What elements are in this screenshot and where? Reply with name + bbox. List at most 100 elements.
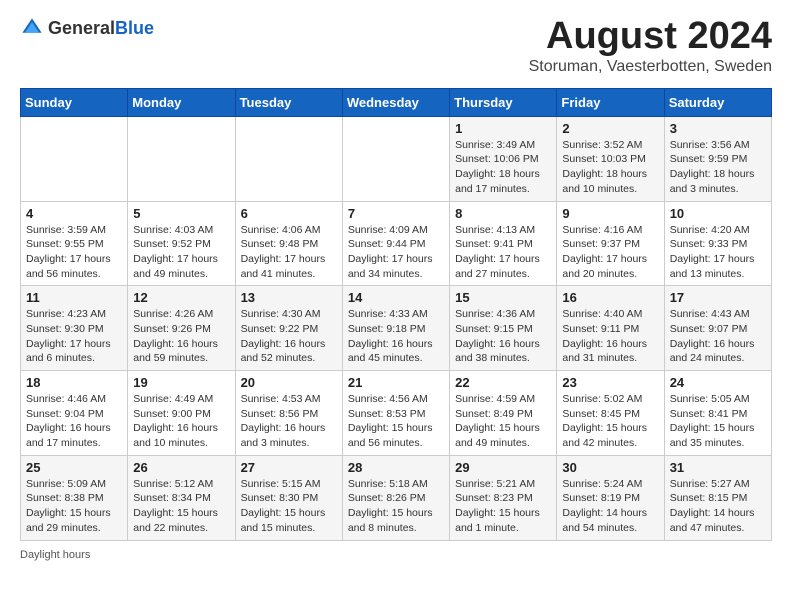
- calendar-cell: 29 Sunrise: 5:21 AM Sunset: 8:23 PM Dayli…: [450, 455, 557, 540]
- calendar-week-row: 4Sunrise: 3:59 AM Sunset: 9:55 PM Daylig…: [21, 201, 772, 286]
- day-info: Sunrise: 4:40 AM Sunset: 9:11 PM Dayligh…: [562, 307, 658, 366]
- day-number: 9: [562, 206, 658, 221]
- day-number: 19: [133, 375, 229, 390]
- day-number: 16: [562, 290, 658, 305]
- day-number: 2: [562, 121, 658, 136]
- day-number: 8: [455, 206, 551, 221]
- day-number: 20: [241, 375, 337, 390]
- day-info: Sunrise: 4:26 AM Sunset: 9:26 PM Dayligh…: [133, 307, 229, 366]
- day-info: Sunrise: 5:15 AM Sunset: 8:30 PM Dayligh…: [241, 477, 337, 536]
- calendar-cell: 9 Sunrise: 4:16 AM Sunset: 9:37 PM Daylig…: [557, 201, 664, 286]
- calendar-cell: 22Sunrise: 4:59 AM Sunset: 8:49 PM Dayli…: [450, 371, 557, 456]
- day-number: 18: [26, 375, 122, 390]
- calendar-cell: 19 Sunrise: 4:49 AM Sunset: 9:00 PM Dayli…: [128, 371, 235, 456]
- calendar-week-row: 25Sunrise: 5:09 AM Sunset: 8:38 PM Dayli…: [21, 455, 772, 540]
- day-info: Sunrise: 5:21 AM Sunset: 8:23 PM Dayligh…: [455, 477, 551, 536]
- main-title: August 2024: [529, 16, 772, 58]
- weekday-header: Friday: [557, 88, 664, 116]
- calendar-cell: 30Sunrise: 5:24 AM Sunset: 8:19 PM Dayli…: [557, 455, 664, 540]
- calendar-cell: [235, 116, 342, 201]
- calendar-cell: 7 Sunrise: 4:09 AM Sunset: 9:44 PM Daylig…: [342, 201, 449, 286]
- day-info: Sunrise: 5:27 AM Sunset: 8:15 PM Dayligh…: [670, 477, 766, 536]
- day-info: Sunrise: 4:23 AM Sunset: 9:30 PM Dayligh…: [26, 307, 122, 366]
- day-number: 29: [455, 460, 551, 475]
- calendar-cell: 27 Sunrise: 5:15 AM Sunset: 8:30 PM Dayli…: [235, 455, 342, 540]
- day-info: Sunrise: 4:46 AM Sunset: 9:04 PM Dayligh…: [26, 392, 122, 451]
- weekday-header: Wednesday: [342, 88, 449, 116]
- calendar-cell: 25Sunrise: 5:09 AM Sunset: 8:38 PM Dayli…: [21, 455, 128, 540]
- header: GeneralBlue August 2024 Storuman, Vaeste…: [20, 16, 772, 76]
- calendar-week-row: 11 Sunrise: 4:23 AM Sunset: 9:30 PM Dayli…: [21, 286, 772, 371]
- day-info: Sunrise: 4:09 AM Sunset: 9:44 PM Dayligh…: [348, 223, 444, 282]
- day-info: Sunrise: 3:52 AM Sunset: 10:03 PM Daylig…: [562, 138, 658, 197]
- day-info: Sunrise: 4:06 AM Sunset: 9:48 PM Dayligh…: [241, 223, 337, 282]
- day-number: 22: [455, 375, 551, 390]
- day-number: 10: [670, 206, 766, 221]
- day-number: 13: [241, 290, 337, 305]
- day-number: 3: [670, 121, 766, 136]
- calendar-cell: 26 Sunrise: 5:12 AM Sunset: 8:34 PM Dayli…: [128, 455, 235, 540]
- calendar-cell: 17Sunrise: 4:43 AM Sunset: 9:07 PM Dayli…: [664, 286, 771, 371]
- calendar-body: 1Sunrise: 3:49 AM Sunset: 10:06 PM Dayli…: [21, 116, 772, 540]
- day-number: 27: [241, 460, 337, 475]
- day-info: Sunrise: 5:05 AM Sunset: 8:41 PM Dayligh…: [670, 392, 766, 451]
- calendar-cell: 14Sunrise: 4:33 AM Sunset: 9:18 PM Dayli…: [342, 286, 449, 371]
- daylight-label: Daylight hours: [20, 549, 90, 561]
- day-number: 1: [455, 121, 551, 136]
- logo-blue: Blue: [115, 18, 154, 38]
- weekday-header: Thursday: [450, 88, 557, 116]
- day-info: Sunrise: 4:20 AM Sunset: 9:33 PM Dayligh…: [670, 223, 766, 282]
- subtitle: Storuman, Vaesterbotten, Sweden: [529, 58, 772, 76]
- calendar-cell: 15 Sunrise: 4:36 AM Sunset: 9:15 PM Dayli…: [450, 286, 557, 371]
- day-number: 24: [670, 375, 766, 390]
- logo-icon: [20, 16, 44, 40]
- calendar-cell: 20 Sunrise: 4:53 AM Sunset: 8:56 PM Dayli…: [235, 371, 342, 456]
- day-number: 23: [562, 375, 658, 390]
- day-number: 21: [348, 375, 444, 390]
- calendar-week-row: 18 Sunrise: 4:46 AM Sunset: 9:04 PM Dayli…: [21, 371, 772, 456]
- weekday-header: Tuesday: [235, 88, 342, 116]
- calendar-cell: 11 Sunrise: 4:23 AM Sunset: 9:30 PM Dayli…: [21, 286, 128, 371]
- day-info: Sunrise: 4:30 AM Sunset: 9:22 PM Dayligh…: [241, 307, 337, 366]
- calendar-cell: 13 Sunrise: 4:30 AM Sunset: 9:22 PM Dayli…: [235, 286, 342, 371]
- day-info: Sunrise: 4:36 AM Sunset: 9:15 PM Dayligh…: [455, 307, 551, 366]
- calendar-cell: [21, 116, 128, 201]
- calendar-cell: 24 Sunrise: 5:05 AM Sunset: 8:41 PM Dayli…: [664, 371, 771, 456]
- day-number: 25: [26, 460, 122, 475]
- day-info: Sunrise: 4:49 AM Sunset: 9:00 PM Dayligh…: [133, 392, 229, 451]
- day-number: 31: [670, 460, 766, 475]
- calendar-cell: 6Sunrise: 4:06 AM Sunset: 9:48 PM Daylig…: [235, 201, 342, 286]
- weekday-row: SundayMondayTuesdayWednesdayThursdayFrid…: [21, 88, 772, 116]
- day-number: 28: [348, 460, 444, 475]
- day-info: Sunrise: 4:16 AM Sunset: 9:37 PM Dayligh…: [562, 223, 658, 282]
- day-info: Sunrise: 4:53 AM Sunset: 8:56 PM Dayligh…: [241, 392, 337, 451]
- day-number: 26: [133, 460, 229, 475]
- calendar-cell: 21Sunrise: 4:56 AM Sunset: 8:53 PM Dayli…: [342, 371, 449, 456]
- day-info: Sunrise: 3:56 AM Sunset: 9:59 PM Dayligh…: [670, 138, 766, 197]
- calendar-cell: 5 Sunrise: 4:03 AM Sunset: 9:52 PM Daylig…: [128, 201, 235, 286]
- day-info: Sunrise: 4:03 AM Sunset: 9:52 PM Dayligh…: [133, 223, 229, 282]
- calendar-week-row: 1Sunrise: 3:49 AM Sunset: 10:06 PM Dayli…: [21, 116, 772, 201]
- calendar-cell: 28Sunrise: 5:18 AM Sunset: 8:26 PM Dayli…: [342, 455, 449, 540]
- day-info: Sunrise: 5:12 AM Sunset: 8:34 PM Dayligh…: [133, 477, 229, 536]
- day-info: Sunrise: 4:43 AM Sunset: 9:07 PM Dayligh…: [670, 307, 766, 366]
- calendar-cell: 1Sunrise: 3:49 AM Sunset: 10:06 PM Dayli…: [450, 116, 557, 201]
- calendar-cell: 18 Sunrise: 4:46 AM Sunset: 9:04 PM Dayli…: [21, 371, 128, 456]
- title-area: August 2024 Storuman, Vaesterbotten, Swe…: [529, 16, 772, 76]
- logo: GeneralBlue: [20, 16, 154, 40]
- calendar-cell: [128, 116, 235, 201]
- day-number: 11: [26, 290, 122, 305]
- calendar-cell: [342, 116, 449, 201]
- day-number: 5: [133, 206, 229, 221]
- day-number: 15: [455, 290, 551, 305]
- calendar-header: SundayMondayTuesdayWednesdayThursdayFrid…: [21, 88, 772, 116]
- calendar: SundayMondayTuesdayWednesdayThursdayFrid…: [20, 88, 772, 541]
- day-number: 7: [348, 206, 444, 221]
- day-number: 12: [133, 290, 229, 305]
- logo-general: General: [48, 18, 115, 38]
- logo-text: GeneralBlue: [48, 18, 154, 39]
- calendar-cell: 2 Sunrise: 3:52 AM Sunset: 10:03 PM Dayli…: [557, 116, 664, 201]
- day-number: 4: [26, 206, 122, 221]
- calendar-cell: 12 Sunrise: 4:26 AM Sunset: 9:26 PM Dayli…: [128, 286, 235, 371]
- calendar-cell: 8Sunrise: 4:13 AM Sunset: 9:41 PM Daylig…: [450, 201, 557, 286]
